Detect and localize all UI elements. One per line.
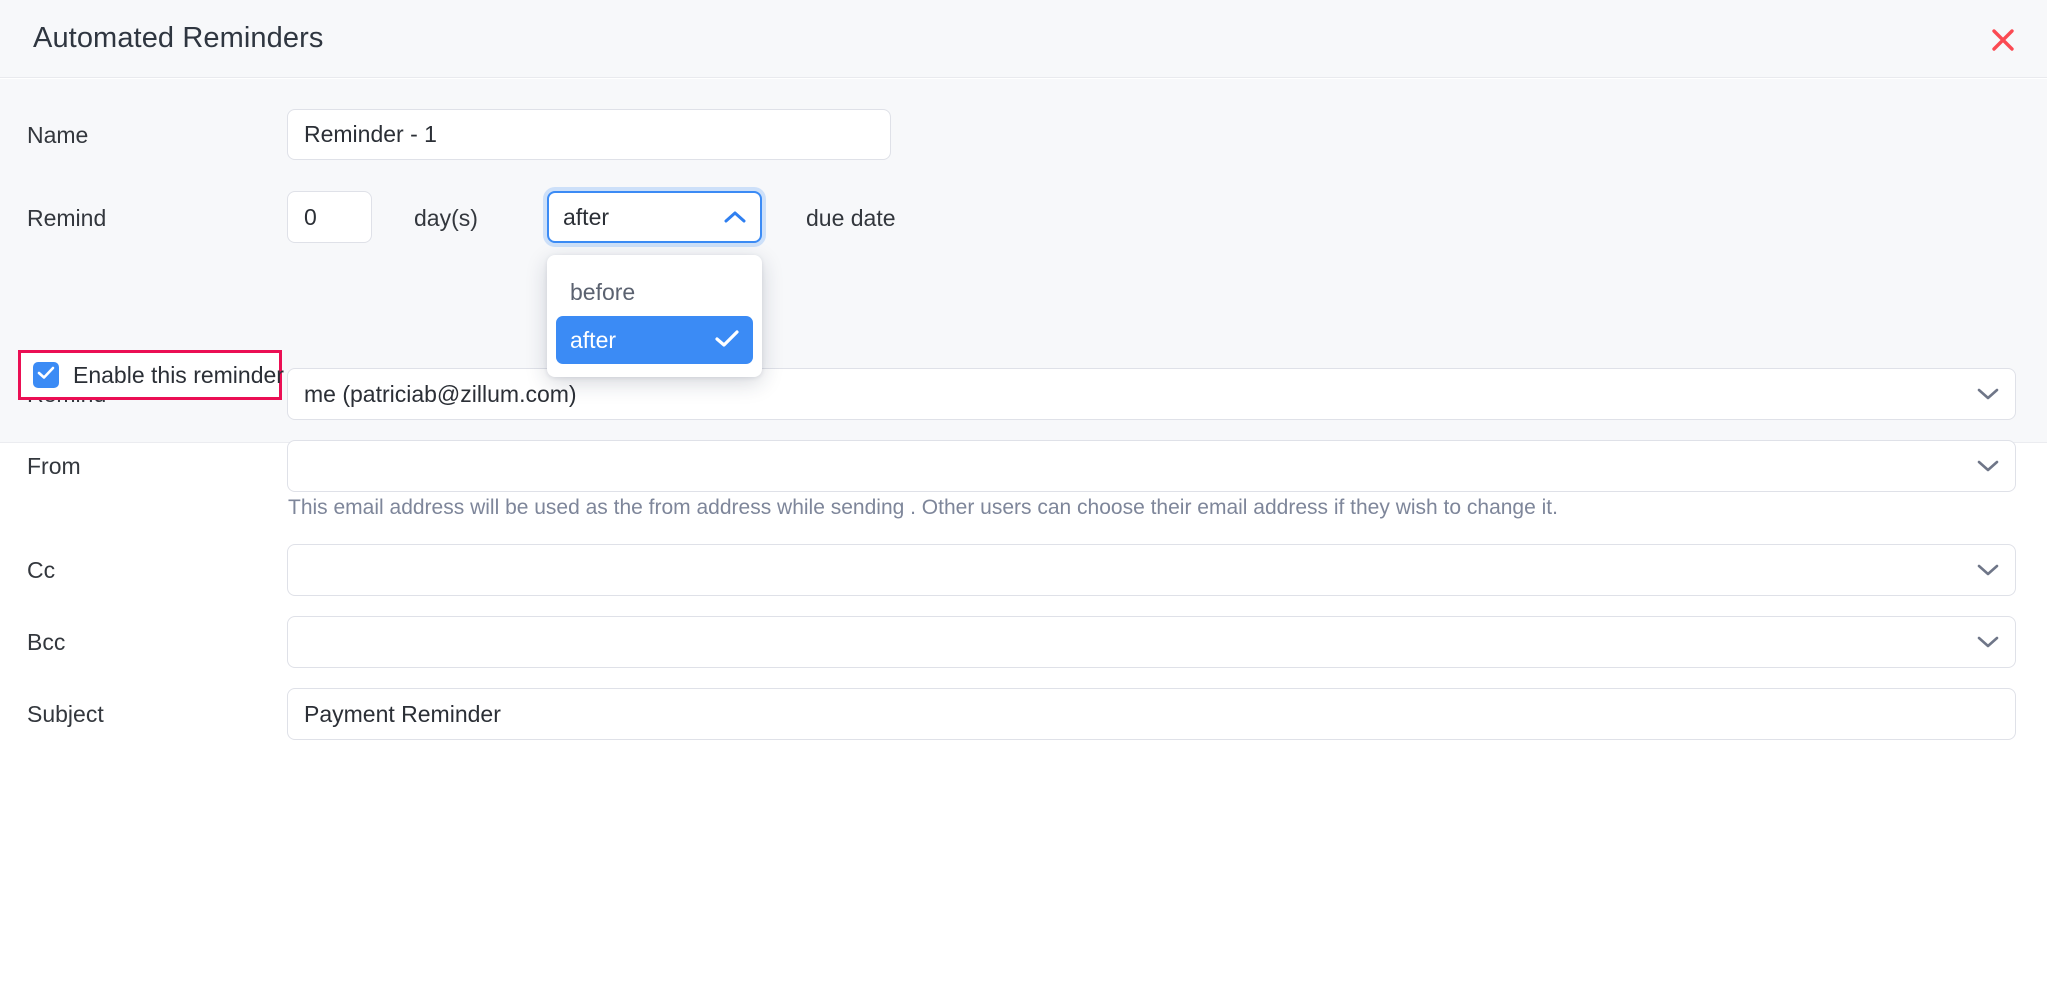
before-after-select[interactable]: after (547, 191, 762, 243)
enable-reminder-label: Enable this reminder (73, 361, 284, 388)
check-icon (37, 366, 55, 385)
cc-label: Cc (27, 557, 56, 583)
bcc-label: Bcc (27, 629, 66, 655)
from-select[interactable] (287, 440, 2016, 492)
enable-reminder-checkbox[interactable] (33, 362, 59, 388)
automated-reminders-dialog: Automated Reminders Name Reminder - 1 Re… (0, 0, 2047, 995)
dropdown-option-after[interactable]: after (556, 316, 753, 364)
dropdown-option-before[interactable]: before (556, 268, 753, 316)
chevron-down-icon (1977, 635, 1999, 649)
cc-select[interactable] (287, 544, 2016, 596)
close-button[interactable] (1985, 22, 2021, 58)
remind-to-select[interactable]: me (patriciab@zillum.com) (287, 368, 2016, 420)
subject-label: Subject (27, 701, 104, 727)
before-after-selected-value: after (563, 203, 610, 230)
remind-schedule-label: Remind (27, 205, 107, 231)
subject-input[interactable]: Payment Reminder (287, 688, 2016, 740)
bcc-select[interactable] (287, 616, 2016, 668)
from-label: From (27, 453, 81, 479)
dialog-header: Automated Reminders (0, 0, 2047, 78)
enable-reminder-highlight: Enable this reminder (18, 350, 284, 400)
name-input-value: Reminder - 1 (304, 121, 437, 147)
subject-value: Payment Reminder (304, 700, 501, 727)
from-help-text: This email address will be used as the f… (288, 496, 1558, 519)
chevron-down-icon (1977, 563, 1999, 577)
dropdown-option-after-label: after (570, 326, 617, 353)
page-title: Automated Reminders (33, 22, 324, 54)
dropdown-option-before-label: before (570, 278, 636, 305)
check-icon (715, 327, 739, 354)
days-unit-label: day(s) (414, 205, 478, 231)
before-after-dropdown-menu: before after (547, 255, 762, 377)
remind-days-input[interactable]: 0 (287, 191, 372, 243)
chevron-up-icon (724, 210, 746, 224)
name-input[interactable]: Reminder - 1 (287, 109, 891, 160)
chevron-down-icon (1977, 459, 1999, 473)
name-label: Name (27, 122, 89, 148)
remind-days-value: 0 (304, 203, 317, 230)
remind-to-value: me (patriciab@zillum.com) (304, 380, 577, 407)
chevron-down-icon (1977, 387, 1999, 401)
close-icon (1990, 27, 2016, 53)
due-date-label: due date (806, 205, 896, 231)
